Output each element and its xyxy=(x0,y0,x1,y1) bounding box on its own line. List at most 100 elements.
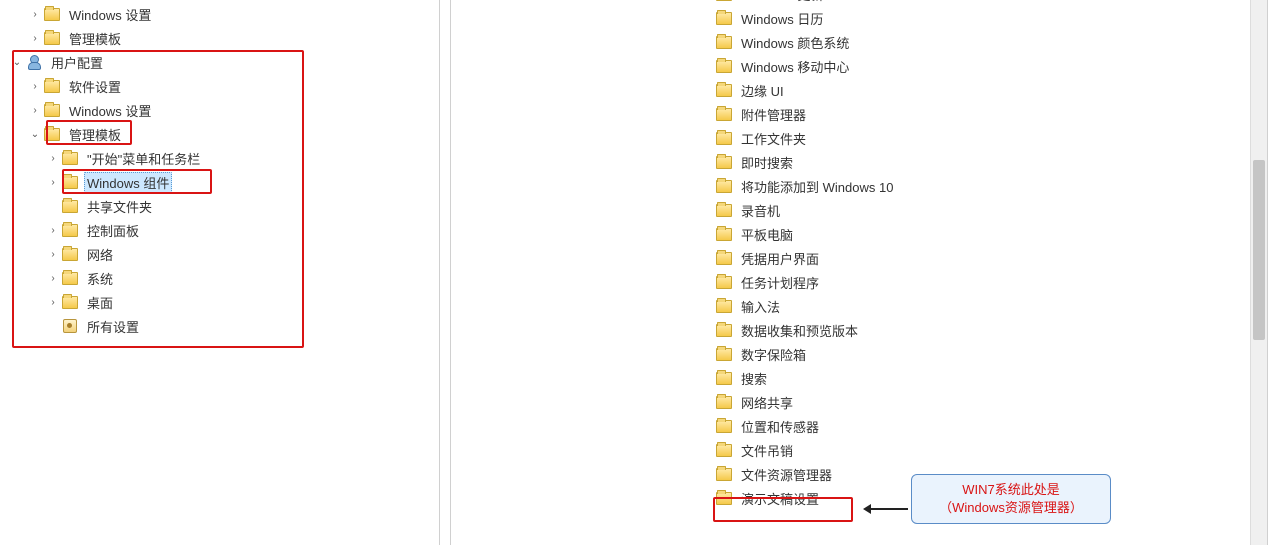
folder-icon xyxy=(716,324,732,337)
list-item[interactable]: 文件吊销 xyxy=(716,438,1267,462)
folder-icon xyxy=(62,200,78,213)
folder-icon xyxy=(44,32,60,45)
annotation-line2: （Windows资源管理器） xyxy=(926,499,1096,517)
list-item-label: 附件管理器 xyxy=(738,104,809,125)
list-item[interactable]: 工作文件夹 xyxy=(716,126,1267,150)
list-item[interactable]: 平板电脑 xyxy=(716,222,1267,246)
folder-icon xyxy=(716,108,732,121)
chevron-down-icon[interactable]: ⌄ xyxy=(10,55,24,69)
tree-item-label: 系统 xyxy=(84,268,116,289)
folder-icon xyxy=(716,84,732,97)
folder-icon xyxy=(716,372,732,385)
list-item[interactable]: 将功能添加到 Windows 10 xyxy=(716,174,1267,198)
tree-item-label: 控制面板 xyxy=(84,220,142,241)
tree-item[interactable]: › Windows 组件 xyxy=(0,170,439,194)
caret-blank-icon: › xyxy=(46,199,60,213)
list-item[interactable]: Windows 移动中心 xyxy=(716,54,1267,78)
list-item[interactable]: 即时搜索 xyxy=(716,150,1267,174)
user-icon xyxy=(26,54,42,70)
scrollbar-thumb[interactable] xyxy=(1253,160,1265,340)
tree-item[interactable]: › 软件设置 xyxy=(0,74,439,98)
list-item-label: 文件吊销 xyxy=(738,440,796,461)
list-item-label: 数字保险箱 xyxy=(738,344,809,365)
annotation-line1: WIN7系统此处是 xyxy=(926,481,1096,499)
folder-icon xyxy=(716,492,732,505)
list-item-label: 数据收集和预览版本 xyxy=(738,320,861,341)
list-item-label: 边缘 UI xyxy=(738,80,787,101)
chevron-right-icon[interactable]: › xyxy=(28,79,42,93)
tree-item[interactable]: › 控制面板 xyxy=(0,218,439,242)
tree-item-label: 所有设置 xyxy=(84,316,142,337)
content-list[interactable]: Windows 更新 Windows 日历 Windows 颜色系统 Windows … xyxy=(716,0,1267,510)
folder-icon xyxy=(62,272,78,285)
chevron-right-icon[interactable]: › xyxy=(46,247,60,261)
tree-item[interactable]: › 系统 xyxy=(0,266,439,290)
chevron-right-icon[interactable]: › xyxy=(28,7,42,21)
list-item[interactable]: 搜索 xyxy=(716,366,1267,390)
tree-item-label: Windows 设置 xyxy=(66,100,154,121)
chevron-right-icon[interactable]: › xyxy=(46,223,60,237)
list-item[interactable]: 数据收集和预览版本 xyxy=(716,318,1267,342)
tree-item-label: 管理模板 xyxy=(66,124,124,145)
list-item-label: 演示文稿设置 xyxy=(738,488,822,509)
tree-item[interactable]: › Windows 设置 xyxy=(0,2,439,26)
chevron-right-icon[interactable]: › xyxy=(46,271,60,285)
folder-icon xyxy=(716,252,732,265)
tree-item[interactable]: ›所有设置 xyxy=(0,314,439,338)
tree-item-label: Windows 设置 xyxy=(66,4,154,25)
tree-item[interactable]: › Windows 设置 xyxy=(0,98,439,122)
list-item-label: 输入法 xyxy=(738,296,783,317)
list-item[interactable]: Windows 颜色系统 xyxy=(716,30,1267,54)
folder-icon xyxy=(62,152,78,165)
tree-item[interactable]: › 网络 xyxy=(0,242,439,266)
list-item-label: 录音机 xyxy=(738,200,783,221)
list-item-label: Windows 移动中心 xyxy=(738,56,852,77)
settings-icon xyxy=(62,318,78,334)
chevron-right-icon[interactable]: › xyxy=(46,151,60,165)
folder-icon xyxy=(716,348,732,361)
list-item[interactable]: 边缘 UI xyxy=(716,78,1267,102)
tree-item[interactable]: ›"开始"菜单和任务栏 xyxy=(0,146,439,170)
list-item[interactable]: 录音机 xyxy=(716,198,1267,222)
chevron-down-icon[interactable]: ⌄ xyxy=(28,127,42,141)
tree-item-label: 网络 xyxy=(84,244,116,265)
folder-icon xyxy=(716,132,732,145)
navigation-tree[interactable]: ›Windows 设置›管理模板⌄用户配置›软件设置›Windows 设置⌄管理… xyxy=(0,0,439,342)
list-item-label: 工作文件夹 xyxy=(738,128,809,149)
list-item[interactable]: 位置和传感器 xyxy=(716,414,1267,438)
list-item-label: Windows 日历 xyxy=(738,8,826,29)
list-item-label: 文件资源管理器 xyxy=(738,464,835,485)
folder-icon xyxy=(716,204,732,217)
tree-item[interactable]: ›桌面 xyxy=(0,290,439,314)
tree-item-label: 软件设置 xyxy=(66,76,124,97)
folder-icon xyxy=(716,444,732,457)
chevron-right-icon[interactable]: › xyxy=(46,295,60,309)
tree-item[interactable]: ›管理模板 xyxy=(0,26,439,50)
tree-item[interactable]: ⌄用户配置 xyxy=(0,50,439,74)
list-item-label: Windows 颜色系统 xyxy=(738,32,852,53)
folder-icon xyxy=(716,300,732,313)
list-item[interactable]: 附件管理器 xyxy=(716,102,1267,126)
tree-item[interactable]: ⌄ 管理模板 xyxy=(0,122,439,146)
tree-item-label: Windows 组件 xyxy=(84,172,172,193)
chevron-right-icon[interactable]: › xyxy=(28,103,42,117)
chevron-right-icon[interactable]: › xyxy=(46,175,60,189)
folder-icon xyxy=(716,0,732,1)
list-item[interactable]: 任务计划程序 xyxy=(716,270,1267,294)
folder-icon xyxy=(716,468,732,481)
folder-icon xyxy=(716,60,732,73)
chevron-right-icon[interactable]: › xyxy=(28,31,42,45)
list-item[interactable]: Windows 日历 xyxy=(716,6,1267,30)
list-item-label: Windows 更新 xyxy=(738,0,826,5)
list-item-label: 位置和传感器 xyxy=(738,416,822,437)
folder-icon xyxy=(62,248,78,261)
list-item[interactable]: 数字保险箱 xyxy=(716,342,1267,366)
tree-item[interactable]: ›共享文件夹 xyxy=(0,194,439,218)
folder-icon xyxy=(62,296,78,309)
annotation-arrow xyxy=(866,508,908,510)
list-item-label: 网络共享 xyxy=(738,392,796,413)
list-item[interactable]: 凭据用户界面 xyxy=(716,246,1267,270)
list-item[interactable]: 输入法 xyxy=(716,294,1267,318)
list-item[interactable]: 网络共享 xyxy=(716,390,1267,414)
folder-icon xyxy=(716,420,732,433)
